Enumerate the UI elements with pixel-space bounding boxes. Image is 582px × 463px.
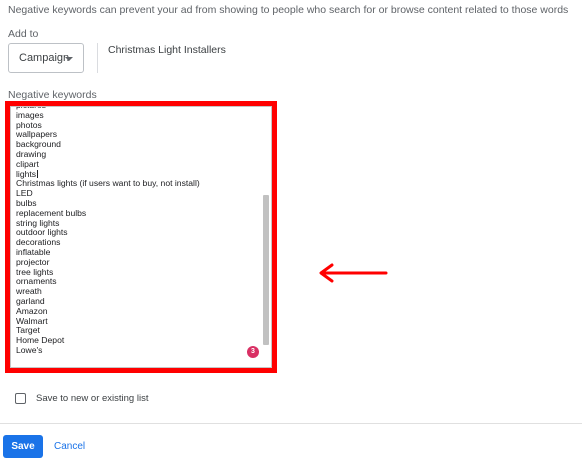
keyword-line: decorations [16,237,61,248]
keyword-line: Amazon [16,305,48,316]
keyword-line: garland [16,295,45,306]
keyword-line: inflatable [16,246,51,257]
keyword-line: wreath [16,286,42,297]
keyword-line: LED [16,188,33,199]
keyword-line: background [16,139,61,150]
keyword-line: ornaments [16,276,57,287]
campaign-level-select[interactable]: Campaign [8,43,84,73]
checkbox-icon[interactable] [15,393,26,404]
keyword-line: Lowe's [16,344,43,355]
dropdown-caret-icon [65,57,73,61]
keyword-line: Home Depot [16,335,65,346]
text-cursor [37,169,39,178]
footer-divider [0,423,582,424]
campaign-select-value: Campaign [19,52,70,64]
keyword-line: Walmart [16,315,48,326]
keyword-line: clipart [16,158,39,169]
negative-keywords-textarea[interactable]: picturesimagesphotoswallpapersbackground… [10,106,272,368]
red-arrow-annotation [319,263,388,283]
keyword-line: images [16,109,44,120]
keyword-line: drawing [16,148,47,159]
add-to-divider [97,43,98,73]
save-button[interactable]: Save [3,435,43,458]
negative-keywords-hint: Negative keywords can prevent your ad fr… [8,4,569,16]
save-to-list-checkbox-row[interactable]: Save to new or existing list [15,393,148,404]
textarea-scrollbar-thumb[interactable] [263,195,269,345]
keyword-line: Christmas lights (if users want to buy, … [16,178,200,189]
error-count-badge: 3 [247,346,259,358]
save-to-list-label: Save to new or existing list [36,393,149,404]
negative-keywords-label: Negative keywords [8,89,97,101]
keywords-text: picturesimagesphotoswallpapersbackground… [16,107,259,356]
add-to-label: Add to [8,28,39,40]
campaign-name: Christmas Light Installers [108,44,226,56]
cancel-button[interactable]: Cancel [54,441,85,452]
